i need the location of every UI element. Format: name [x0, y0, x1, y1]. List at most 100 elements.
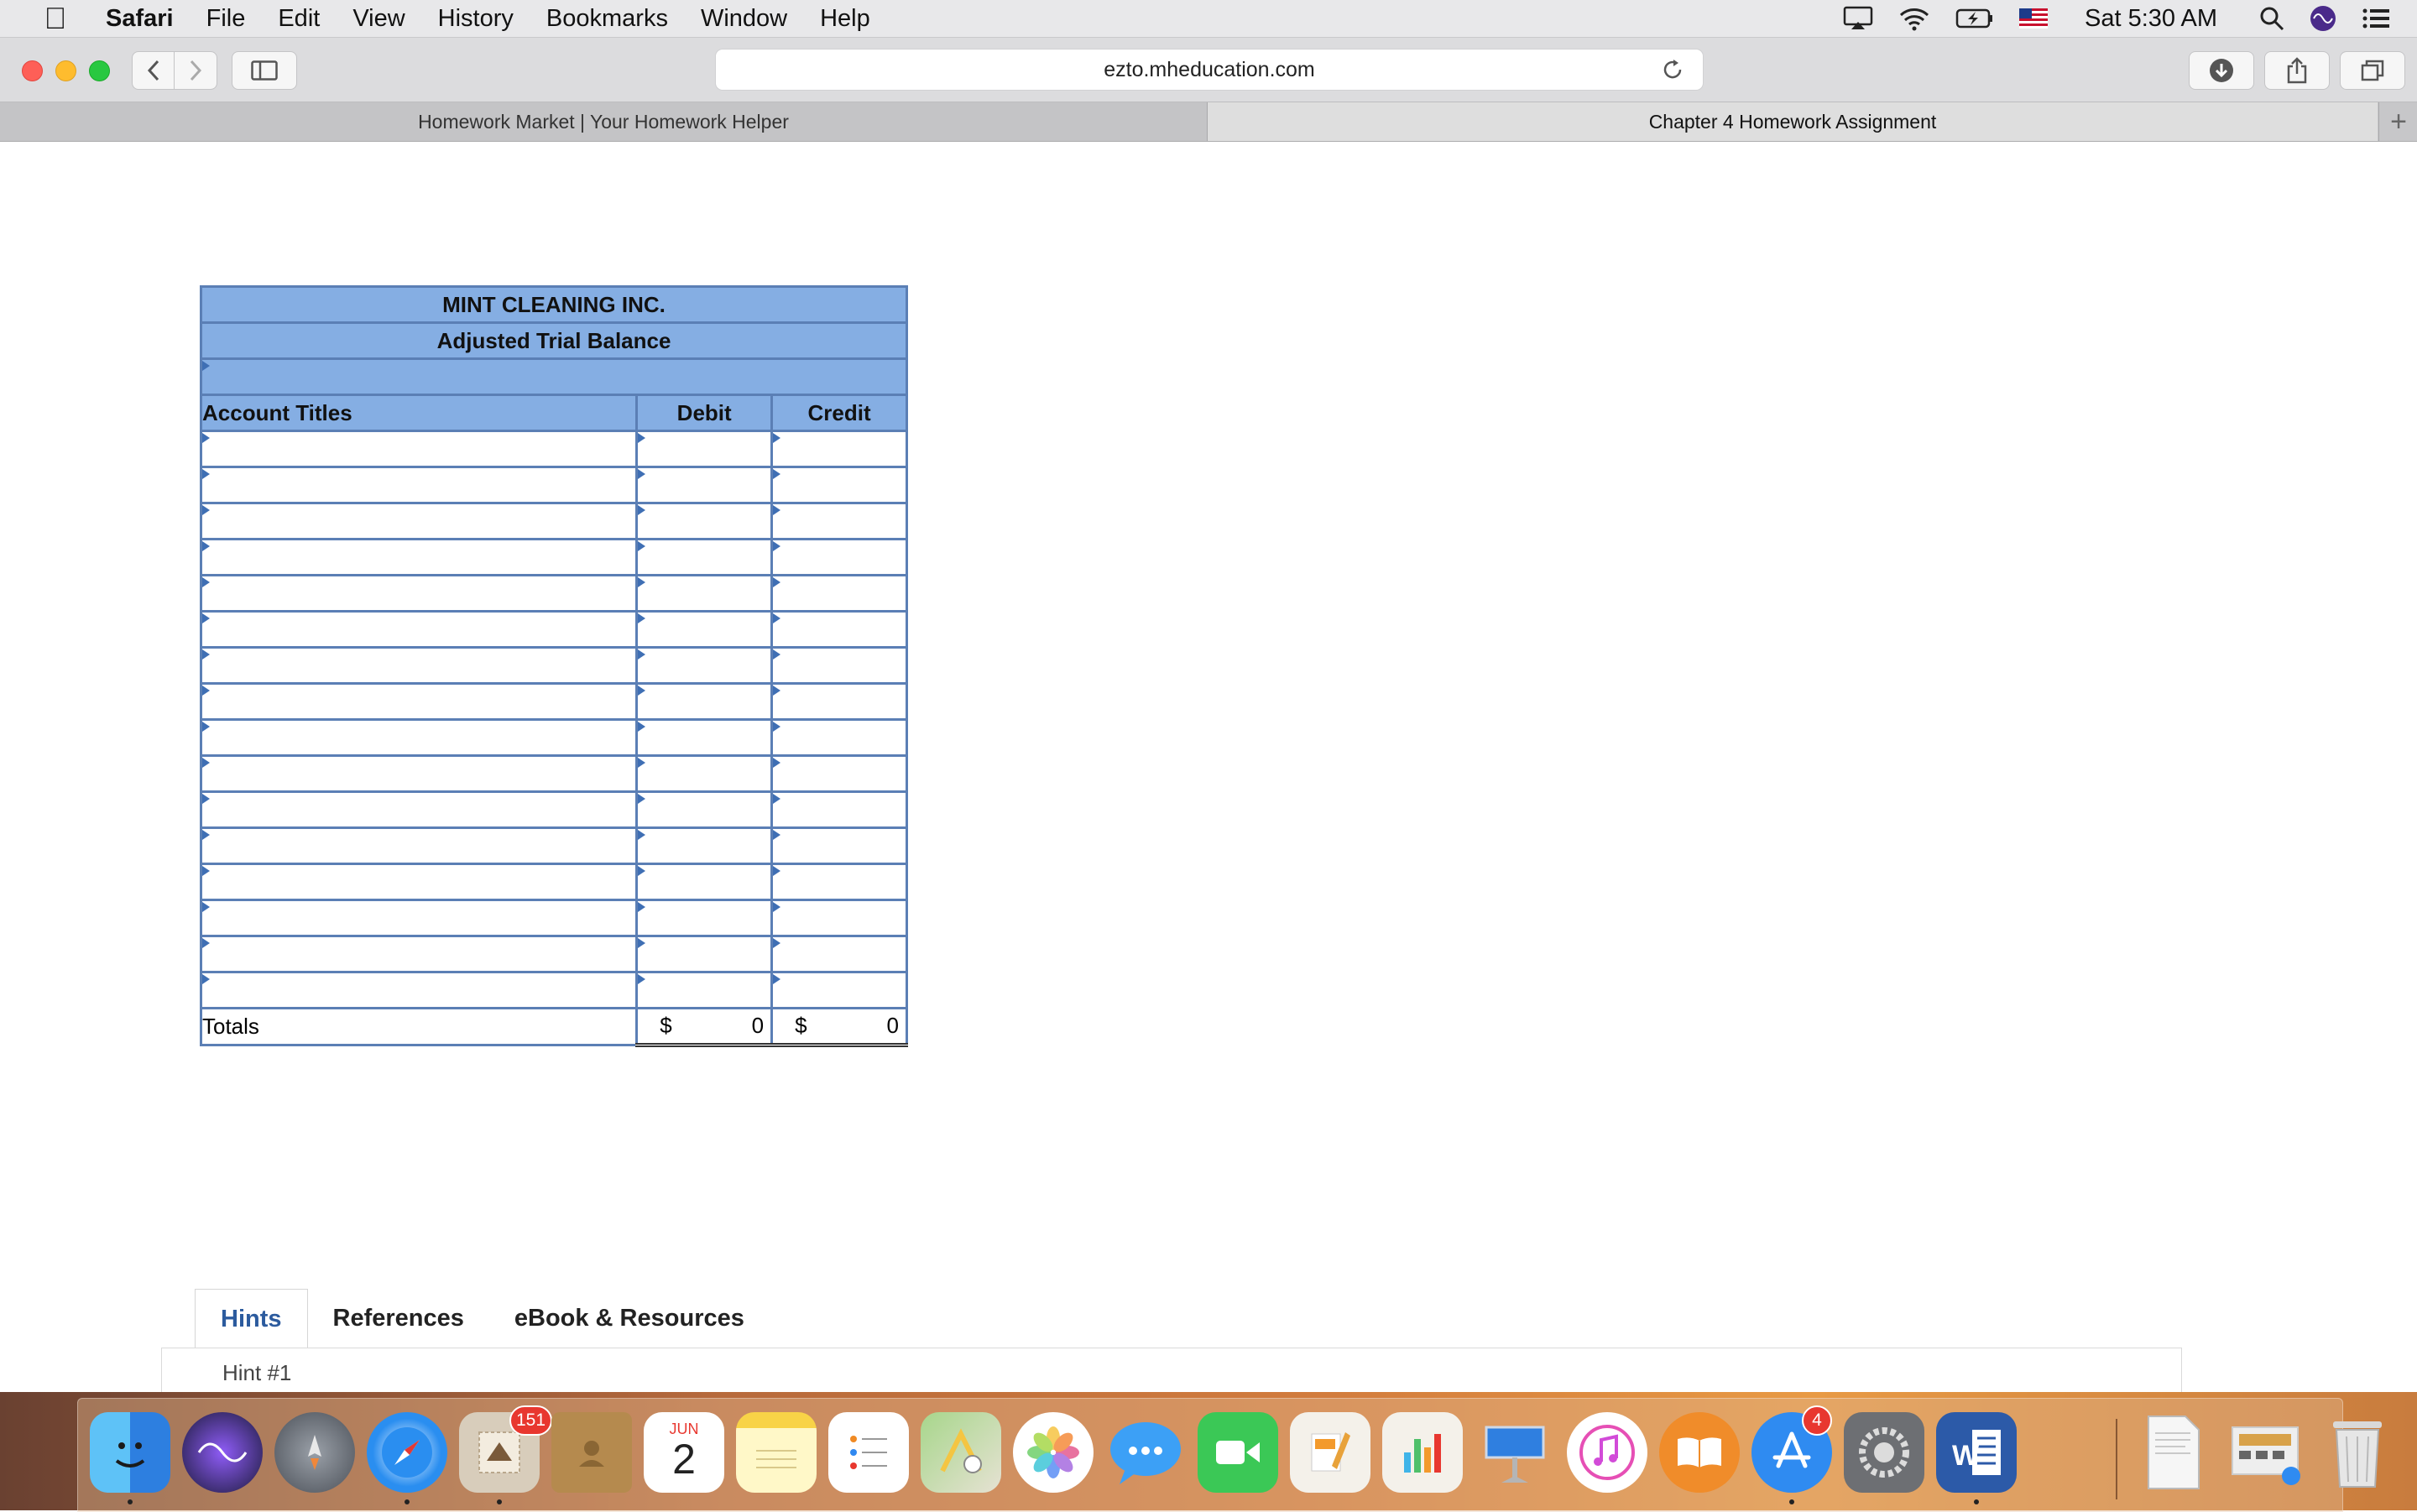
menu-history[interactable]: History — [438, 5, 514, 33]
account-input[interactable] — [199, 682, 639, 721]
system-preferences-icon[interactable] — [1844, 1412, 1924, 1493]
debit-input[interactable] — [635, 682, 774, 721]
battery-icon[interactable] — [1955, 7, 1994, 30]
reload-icon[interactable] — [1661, 58, 1684, 86]
credit-input[interactable] — [770, 430, 908, 468]
date-input-cell[interactable] — [200, 357, 908, 396]
debit-input[interactable] — [635, 790, 774, 829]
debit-input[interactable] — [635, 646, 774, 685]
debit-input[interactable] — [635, 935, 774, 973]
account-input[interactable] — [199, 430, 639, 468]
apple-menu-icon[interactable]:  — [32, 1, 79, 36]
account-input[interactable] — [199, 646, 639, 685]
launchpad-icon[interactable] — [274, 1412, 355, 1493]
debit-input[interactable] — [635, 538, 774, 576]
credit-input[interactable] — [770, 646, 908, 685]
maps-icon[interactable] — [921, 1412, 1001, 1493]
menu-bookmarks[interactable]: Bookmarks — [546, 5, 668, 33]
menu-view[interactable]: View — [352, 5, 405, 33]
credit-input[interactable] — [770, 826, 908, 865]
account-input[interactable] — [199, 899, 639, 937]
photos-icon[interactable] — [1013, 1412, 1094, 1493]
url-text[interactable]: ezto.mheducation.com — [716, 58, 1703, 82]
credit-input[interactable] — [770, 971, 908, 1009]
itunes-icon[interactable] — [1567, 1412, 1647, 1493]
debit-input[interactable] — [635, 754, 774, 793]
numbers-icon[interactable] — [1382, 1412, 1463, 1493]
microsoft-word-icon[interactable]: W — [1936, 1412, 2017, 1493]
credit-input[interactable] — [770, 538, 908, 576]
facetime-icon[interactable] — [1198, 1412, 1278, 1493]
account-input[interactable] — [199, 538, 639, 576]
fullscreen-window-button[interactable] — [89, 60, 110, 81]
close-window-button[interactable] — [22, 60, 43, 81]
forward-button[interactable] — [174, 51, 217, 90]
tab-homework-market[interactable]: Homework Market | Your Homework Helper — [0, 102, 1208, 141]
spotlight-search-icon[interactable] — [2259, 6, 2284, 31]
debit-input[interactable] — [635, 610, 774, 649]
tab-hints[interactable]: Hints — [195, 1289, 308, 1348]
credit-input[interactable] — [770, 682, 908, 721]
hint-label[interactable]: Hint #1 — [222, 1360, 291, 1386]
credit-input[interactable] — [770, 754, 908, 793]
debit-input[interactable] — [635, 718, 774, 757]
credit-input[interactable] — [770, 863, 908, 901]
messages-icon[interactable] — [1105, 1412, 1186, 1493]
menu-file[interactable]: File — [206, 5, 246, 33]
debit-input[interactable] — [635, 502, 774, 540]
ibooks-icon[interactable] — [1659, 1412, 1740, 1493]
keynote-icon[interactable] — [1475, 1412, 1555, 1493]
wifi-icon[interactable] — [1898, 6, 1930, 31]
reminders-icon[interactable] — [828, 1412, 909, 1493]
notes-icon[interactable] — [736, 1412, 817, 1493]
credit-input[interactable] — [770, 899, 908, 937]
docx-document-icon[interactable] — [2132, 1412, 2213, 1493]
debit-input[interactable] — [635, 971, 774, 1009]
account-input[interactable] — [199, 466, 639, 504]
back-button[interactable] — [132, 51, 175, 90]
credit-input[interactable] — [770, 718, 908, 757]
account-input[interactable] — [199, 610, 639, 649]
account-input[interactable] — [199, 935, 639, 973]
account-input[interactable] — [199, 574, 639, 613]
credit-input[interactable] — [770, 574, 908, 613]
debit-input[interactable] — [635, 430, 774, 468]
new-tab-button[interactable]: + — [2378, 102, 2417, 141]
menu-edit[interactable]: Edit — [278, 5, 320, 33]
tab-references[interactable]: References — [308, 1289, 489, 1348]
calendar-icon[interactable]: JUN 2 — [644, 1412, 724, 1493]
menu-window[interactable]: Window — [701, 5, 787, 33]
debit-input[interactable] — [635, 466, 774, 504]
us-flag-icon[interactable] — [2019, 8, 2048, 29]
minimize-window-button[interactable] — [55, 60, 76, 81]
siri-icon[interactable] — [2310, 5, 2336, 32]
airplay-icon[interactable] — [1843, 6, 1873, 31]
credit-input[interactable] — [770, 610, 908, 649]
siri-dock-icon[interactable] — [182, 1412, 263, 1493]
tab-ebook-resources[interactable]: eBook & Resources — [489, 1289, 770, 1348]
debit-input[interactable] — [635, 863, 774, 901]
account-input[interactable] — [199, 754, 639, 793]
account-input[interactable] — [199, 502, 639, 540]
share-button[interactable] — [2264, 51, 2330, 90]
account-input[interactable] — [199, 718, 639, 757]
sidebar-toggle-button[interactable] — [232, 51, 297, 90]
notification-center-icon[interactable] — [2362, 7, 2390, 30]
finder-icon[interactable] — [90, 1412, 170, 1493]
account-input[interactable] — [199, 863, 639, 901]
tab-chapter-4-homework[interactable]: Chapter 4 Homework Assignment — [1208, 102, 2378, 141]
clock[interactable]: Sat 5:30 AM — [2085, 5, 2217, 33]
credit-input[interactable] — [770, 935, 908, 973]
menu-help[interactable]: Help — [820, 5, 870, 33]
downloads-stack-icon[interactable] — [2225, 1412, 2305, 1493]
pages-icon[interactable] — [1290, 1412, 1370, 1493]
downloads-button[interactable] — [2189, 51, 2254, 90]
debit-input[interactable] — [635, 899, 774, 937]
contacts-icon[interactable] — [551, 1412, 632, 1493]
trash-icon[interactable] — [2317, 1412, 2398, 1493]
credit-input[interactable] — [770, 466, 908, 504]
address-bar[interactable]: ezto.mheducation.com — [715, 49, 1704, 91]
credit-input[interactable] — [770, 790, 908, 829]
debit-input[interactable] — [635, 574, 774, 613]
menu-app-safari[interactable]: Safari — [106, 5, 174, 33]
